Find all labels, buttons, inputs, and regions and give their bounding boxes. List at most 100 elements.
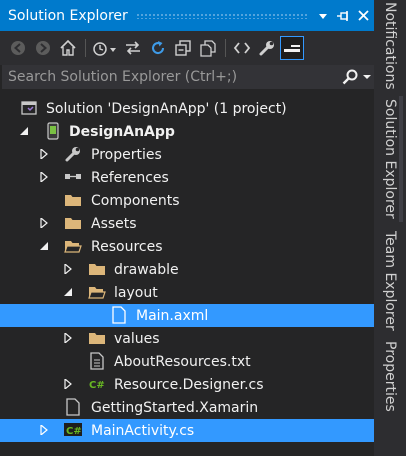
tab-properties[interactable]: Properties — [374, 340, 406, 412]
tab-label: Notifications — [382, 2, 398, 90]
tree-item-label: layout — [114, 284, 158, 301]
tree-item-project[interactable]: DesignAnApp — [0, 120, 374, 143]
home-button[interactable] — [56, 36, 80, 60]
view-code-button[interactable] — [230, 36, 254, 60]
tree-item-solution[interactable]: Solution 'DesignAnApp' (1 project) — [0, 97, 374, 120]
home-icon — [60, 39, 76, 56]
side-tab-strip: Notifications Solution Explorer Team Exp… — [374, 0, 406, 456]
tree-item-label: AboutResources.txt — [114, 353, 251, 370]
forward-button[interactable] — [31, 36, 55, 60]
solution-tree: Solution 'DesignAnApp' (1 project) Desig… — [0, 97, 374, 442]
expanded-arrow-icon[interactable] — [38, 240, 50, 252]
show-all-files-button[interactable] — [196, 36, 220, 60]
toolbar-separator — [85, 39, 86, 57]
tree-item-label: DesignAnApp — [69, 123, 175, 140]
auto-hide-pin-button[interactable] — [334, 6, 352, 26]
tab-solution-explorer[interactable]: Solution Explorer — [374, 96, 406, 222]
tree-item-values[interactable]: values — [0, 327, 374, 350]
pending-changes-filter-button[interactable] — [90, 36, 120, 60]
forward-icon — [36, 41, 50, 55]
references-icon — [64, 168, 82, 186]
tree-item-label: values — [114, 330, 160, 347]
collapse-all-icon — [175, 40, 191, 56]
tree-item-label: GettingStarted.Xamarin — [91, 399, 259, 416]
tree-item-assets[interactable]: Assets — [0, 212, 374, 235]
window-position-dropdown-button[interactable] — [314, 6, 332, 26]
preview-icon — [284, 45, 300, 52]
tree-item-label: Main.axml — [136, 307, 209, 324]
tree-item-label: References — [91, 169, 169, 186]
tree-item-label: Solution 'DesignAnApp' (1 project) — [46, 100, 287, 117]
csharp-file-icon: C# — [64, 421, 82, 439]
collapsed-arrow-icon[interactable] — [62, 263, 74, 275]
tree-item-label: Components — [91, 192, 180, 209]
view-code-icon — [233, 42, 251, 54]
title-bar: Solution Explorer — [0, 0, 374, 31]
tree-item-resources[interactable]: Resources — [0, 235, 374, 258]
back-button[interactable] — [6, 36, 30, 60]
drag-grip[interactable] — [135, 12, 308, 19]
folder-icon — [88, 329, 106, 347]
tree-item-label: Properties — [91, 146, 162, 163]
wrench-icon — [64, 145, 82, 163]
tree-item-mainactivity[interactable]: C# MainActivity.cs — [0, 419, 374, 442]
tab-notifications[interactable]: Notifications — [374, 0, 406, 92]
chevron-down-icon — [319, 13, 327, 19]
expanded-arrow-icon[interactable] — [18, 125, 30, 137]
folder-icon — [88, 260, 106, 278]
tree-item-aboutresources[interactable]: AboutResources.txt — [0, 350, 374, 373]
tab-team-explorer[interactable]: Team Explorer — [374, 228, 406, 334]
close-button[interactable] — [354, 6, 372, 26]
sync-with-active-document-button[interactable] — [121, 36, 145, 60]
search-options-dropdown[interactable] — [360, 73, 374, 81]
search-icon — [342, 69, 358, 85]
components-folder-icon — [64, 191, 82, 209]
tree-item-label: MainActivity.cs — [91, 422, 195, 439]
tree-item-properties[interactable]: Properties — [0, 143, 374, 166]
collapsed-arrow-icon[interactable] — [38, 171, 50, 183]
show-all-files-icon — [200, 40, 216, 57]
tree-item-main-axml[interactable]: Main.axml — [0, 304, 374, 327]
tree-item-resource-designer[interactable]: C# Resource.Designer.cs — [0, 373, 374, 396]
history-icon — [93, 42, 116, 56]
tree-item-references[interactable]: References — [0, 166, 374, 189]
solution-explorer-panel: Solution Explorer Search Solution Explor… — [0, 0, 374, 456]
csharp-file-icon: C# — [88, 375, 106, 393]
tab-label: Solution Explorer — [382, 99, 398, 219]
toolbar — [0, 31, 374, 65]
chevron-down-icon — [363, 75, 371, 79]
tree-item-label: Assets — [91, 215, 137, 232]
android-project-icon — [44, 122, 62, 140]
tree-item-label: Resources — [91, 238, 163, 255]
collapsed-arrow-icon[interactable] — [62, 332, 74, 344]
search-input[interactable] — [8, 69, 340, 85]
search-button[interactable] — [340, 69, 360, 85]
collapsed-arrow-icon[interactable] — [38, 424, 50, 436]
tree-item-drawable[interactable]: drawable — [0, 258, 374, 281]
tree-item-label: Resource.Designer.cs — [114, 376, 264, 393]
collapse-all-button[interactable] — [171, 36, 195, 60]
tree-item-gettingstarted[interactable]: GettingStarted.Xamarin — [0, 396, 374, 419]
tree-item-layout[interactable]: layout — [0, 281, 374, 304]
preview-selected-items-button[interactable] — [280, 36, 304, 60]
pin-icon — [337, 10, 348, 21]
expanded-arrow-icon[interactable] — [62, 286, 74, 298]
file-icon — [110, 306, 128, 324]
toolbar-separator — [225, 39, 226, 57]
text-file-icon — [88, 352, 106, 370]
properties-button[interactable] — [255, 36, 279, 60]
tree-item-components[interactable]: Components — [0, 189, 374, 212]
open-folder-icon — [64, 237, 82, 255]
folder-icon — [64, 214, 82, 232]
collapsed-arrow-icon[interactable] — [38, 217, 50, 229]
refresh-button[interactable] — [146, 36, 170, 60]
tree-item-label: drawable — [114, 261, 179, 278]
collapsed-arrow-icon[interactable] — [38, 148, 50, 160]
search-box — [2, 65, 374, 89]
sync-icon — [126, 41, 140, 55]
properties-wrench-icon — [259, 41, 274, 56]
solution-icon — [20, 99, 38, 117]
svg-text:C#: C# — [89, 380, 105, 391]
collapsed-arrow-icon[interactable] — [62, 378, 74, 390]
file-icon — [64, 398, 82, 416]
